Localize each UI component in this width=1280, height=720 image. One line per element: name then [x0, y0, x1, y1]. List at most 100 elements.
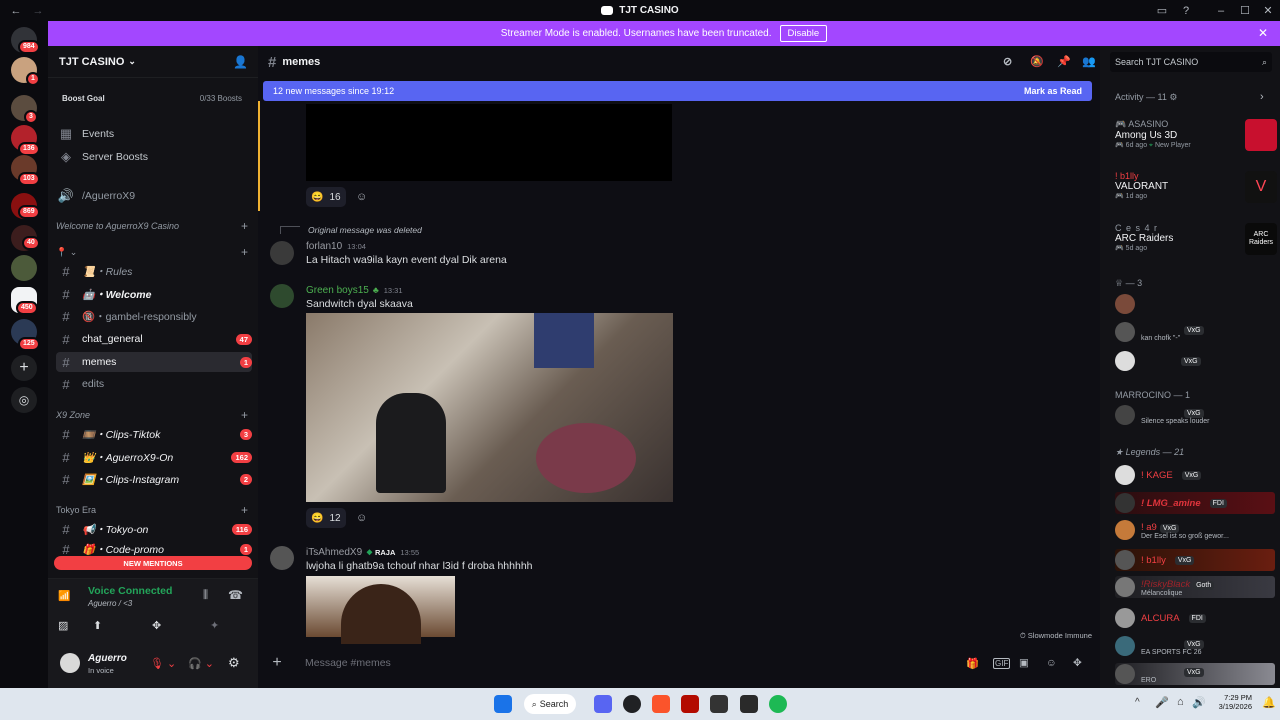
channel-welcome[interactable]: # 🤖・Welcome: [56, 284, 252, 304]
mark-as-read-button[interactable]: Mark as Read: [1024, 86, 1082, 96]
member-row[interactable]: VxG ERO: [1115, 663, 1275, 685]
chevron-right-icon[interactable]: ›: [1260, 91, 1264, 103]
new-mentions-pill[interactable]: NEW MENTIONS: [54, 556, 252, 570]
clock[interactable]: 7:29 PM 3/19/2026: [1212, 693, 1252, 711]
maximize-icon[interactable]: ☐: [1237, 3, 1253, 18]
member-row[interactable]: ALCURA FDI: [1115, 607, 1275, 629]
signal-icon[interactable]: 📶: [58, 591, 70, 602]
volume-icon[interactable]: 🔊: [1192, 696, 1206, 709]
category-pin[interactable]: 📍 ⌄ +: [56, 244, 252, 260]
screen-share-icon[interactable]: ⬆: [93, 619, 113, 637]
message-composer[interactable]: + Message #memes 🎁 GIF ▣ ☺ ✥: [263, 649, 1092, 677]
avatar[interactable]: [60, 653, 80, 673]
category-tokyo-era[interactable]: Tokyo Era +: [56, 502, 252, 518]
member-row[interactable]: ! b1lly VxG: [1115, 549, 1275, 571]
gif-icon[interactable]: GIF: [993, 657, 1011, 669]
camera-off-icon[interactable]: ▨: [58, 619, 78, 637]
author-name[interactable]: forlan10: [306, 241, 342, 252]
category-welcome[interactable]: Welcome to AguerroX9 Casino +: [56, 218, 252, 234]
search-input[interactable]: Search TJT CASINO ⌕: [1110, 52, 1272, 72]
windows-start-icon[interactable]: [494, 695, 512, 713]
soundboard-icon[interactable]: ✦: [210, 619, 230, 637]
new-messages-bar[interactable]: 12 new messages since 19:12 Mark as Read: [263, 81, 1092, 101]
sticker-icon[interactable]: ▣: [1019, 657, 1029, 669]
acrobat-app-icon[interactable]: [681, 695, 699, 713]
pin-icon[interactable]: 📌: [1057, 55, 1071, 68]
invite-icon[interactable]: 👤: [233, 55, 248, 69]
minimize-icon[interactable]: –: [1213, 3, 1229, 18]
attached-photo[interactable]: [306, 313, 673, 502]
microphone-icon[interactable]: 🎤: [1155, 696, 1169, 709]
reaction-grin[interactable]: 😄 16: [306, 187, 346, 207]
channel-gambel-responsibly[interactable]: # 🔞・gambel-responsibly: [56, 306, 252, 326]
close-window-icon[interactable]: ✕: [1260, 3, 1276, 18]
reaction-grin[interactable]: 😄 12: [306, 508, 346, 528]
inbox-icon[interactable]: ▭: [1154, 3, 1170, 18]
upload-plus-icon[interactable]: +: [263, 654, 291, 672]
member-row[interactable]: VxG EA SPORTS FC 26: [1115, 635, 1275, 657]
member-row[interactable]: VxG Silence speaks louder: [1115, 404, 1275, 426]
notifications-off-icon[interactable]: 🔕: [1030, 55, 1044, 68]
add-channel-icon[interactable]: +: [241, 408, 248, 422]
spotify-app-icon[interactable]: [769, 695, 787, 713]
app-icon[interactable]: [710, 695, 728, 713]
close-banner-icon[interactable]: ✕: [1258, 26, 1268, 40]
server-icon[interactable]: [11, 255, 37, 281]
channel-aguerrox9-on[interactable]: # 👑・AguerroX9-On 162: [56, 447, 252, 467]
activity-card[interactable]: C e s 4 r ARC Raiders 🎮 5d ago ARC Raider…: [1115, 223, 1277, 265]
message-input[interactable]: Message #memes: [305, 657, 391, 669]
add-server-icon[interactable]: +: [11, 355, 37, 381]
server-header[interactable]: TJT CASINO ⌄ 👤: [48, 46, 258, 78]
author-name[interactable]: iTsAhmedX9: [306, 547, 362, 558]
activities-icon[interactable]: ✥: [152, 619, 172, 637]
noise-suppression-icon[interactable]: ⫼: [203, 589, 208, 602]
avatar[interactable]: [270, 241, 294, 265]
member-row[interactable]: VxG kan chofk "-": [1115, 321, 1275, 343]
voice-channel-aguerro[interactable]: 🔊 /AguerroX9: [56, 186, 252, 206]
add-channel-icon[interactable]: +: [241, 503, 248, 517]
events-item[interactable]: ▦ Events: [56, 124, 252, 144]
member-row[interactable]: !RiskyBlack Goth Mélancolique: [1115, 576, 1275, 598]
threads-icon[interactable]: ⊘: [1003, 55, 1012, 68]
author-name[interactable]: Green boys15: [306, 285, 369, 296]
discord-app-icon[interactable]: [594, 695, 612, 713]
taskbar-search[interactable]: ⌕ Search: [524, 694, 576, 714]
help-icon[interactable]: ?: [1178, 3, 1194, 18]
mute-icon[interactable]: 🎙 ⌄: [150, 657, 176, 670]
user-name[interactable]: Aguerro: [88, 653, 127, 664]
member-row[interactable]: ! a9 VxG Der Esel ist so groß gewor...: [1115, 519, 1275, 541]
media-black[interactable]: [306, 104, 672, 181]
activity-card[interactable]: ! b1lly VALORANT 🎮 1d ago V: [1115, 171, 1277, 213]
apps-icon[interactable]: ✥: [1073, 657, 1082, 669]
member-row[interactable]: ! KAGE VxG: [1115, 464, 1275, 486]
app-icon[interactable]: [740, 695, 758, 713]
category-x9-zone[interactable]: X9 Zone +: [56, 407, 252, 423]
avatar[interactable]: [270, 546, 294, 570]
discover-icon[interactable]: ◎: [11, 387, 37, 413]
add-channel-icon[interactable]: +: [241, 219, 248, 233]
boost-goal[interactable]: Boost Goal 0/33 Boosts: [54, 88, 250, 108]
activity-card[interactable]: 🎮 ASASINO Among Us 3D 🎮 6d ago ⌖ New Pla…: [1115, 119, 1277, 161]
channel-edits[interactable]: # edits: [56, 374, 252, 394]
attached-photo[interactable]: [306, 576, 455, 644]
member-list-icon[interactable]: 👥: [1082, 55, 1096, 68]
gift-icon[interactable]: 🎁: [966, 657, 979, 670]
channel-memes[interactable]: # memes 1: [56, 352, 252, 372]
add-channel-icon[interactable]: +: [241, 245, 248, 259]
channel-tokyo-on[interactable]: # 📢・Tokyo-on 116: [56, 519, 252, 539]
disconnect-icon[interactable]: ☎: [228, 588, 243, 602]
disable-button[interactable]: Disable: [779, 25, 828, 42]
channel-code-promo[interactable]: # 🎁・Code-promo 1: [56, 541, 252, 557]
channel-rules[interactable]: # 📜・Rules: [56, 261, 252, 281]
channel-chat-general[interactable]: # chat_general 47: [56, 329, 252, 349]
network-icon[interactable]: ⌂: [1177, 696, 1184, 708]
member-row[interactable]: [1115, 293, 1275, 315]
member-row[interactable]: VxG: [1115, 350, 1275, 372]
notification-icon[interactable]: 🔔: [1262, 696, 1276, 709]
add-reaction-icon[interactable]: ☺: [356, 512, 367, 524]
emoji-icon[interactable]: ☺: [1046, 657, 1057, 669]
server-boosts-item[interactable]: ◈ Server Boosts: [56, 147, 252, 167]
add-reaction-icon[interactable]: ☺: [356, 191, 367, 203]
channel-clips-tiktok[interactable]: # 🎞️・Clips-Tiktok 3: [56, 424, 252, 444]
settings-gear-icon[interactable]: ⚙: [228, 655, 240, 671]
